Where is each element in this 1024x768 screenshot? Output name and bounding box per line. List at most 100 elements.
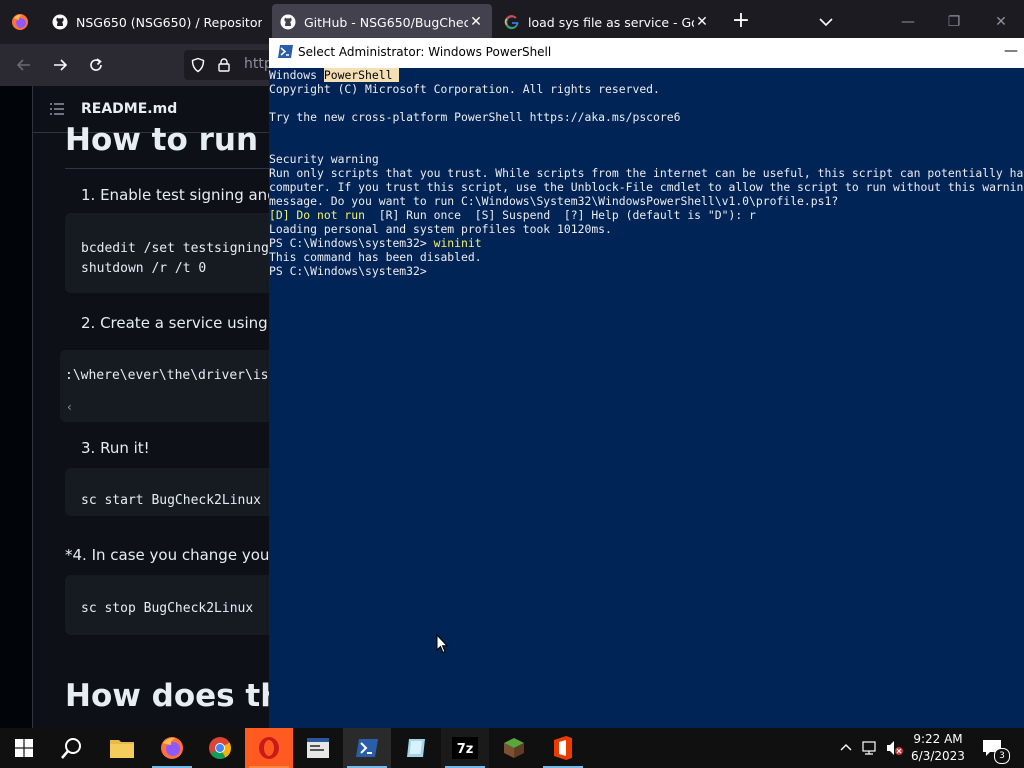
window-title: Select Administrator: Windows PowerShell bbox=[298, 45, 552, 59]
shield-icon bbox=[191, 57, 205, 73]
tab-title: load sys file as service - Google bbox=[528, 14, 694, 30]
code-line: sc start BugCheck2Linux bbox=[81, 493, 262, 508]
taskbar-powershell[interactable] bbox=[343, 728, 391, 768]
taskbar-chrome[interactable] bbox=[196, 728, 244, 768]
notification-count-badge: 3 bbox=[994, 748, 1010, 764]
taskbar-7zip[interactable]: 7z bbox=[441, 728, 489, 768]
console-line: PS C:\Windows\system32> wininit bbox=[269, 236, 482, 250]
code-line: sc stop BugCheck2Linux bbox=[81, 601, 254, 616]
step-1-text: 1. Enable test signing and r bbox=[81, 186, 269, 204]
search-icon bbox=[61, 738, 81, 759]
console-line: Security warning bbox=[269, 152, 379, 166]
volume-muted-icon bbox=[887, 741, 903, 755]
chrome-icon bbox=[209, 737, 231, 759]
taskbar-office[interactable] bbox=[539, 728, 587, 768]
tab-title: GitHub - NSG650/BugCheck2Linux bbox=[304, 14, 468, 30]
glass-app-icon bbox=[407, 739, 425, 757]
clock-date: 6/3/2023 bbox=[911, 749, 965, 763]
new-tab-plus-icon[interactable]: + bbox=[730, 10, 752, 32]
folder-icon bbox=[110, 740, 134, 758]
readme-filename: README.md bbox=[81, 101, 178, 117]
back-button[interactable] bbox=[12, 53, 36, 77]
restore-icon[interactable]: ❐ bbox=[940, 8, 968, 36]
taskbar-opera[interactable] bbox=[245, 728, 293, 768]
github-icon bbox=[52, 14, 68, 30]
close-tab-icon[interactable]: ✕ bbox=[468, 14, 484, 30]
prompt-text: PS C:\Windows\system32> bbox=[269, 236, 434, 250]
github-icon bbox=[280, 14, 296, 30]
system-clock[interactable]: 9:22 AM 6/3/2023 bbox=[905, 731, 971, 765]
svg-text:7z: 7z bbox=[457, 742, 474, 757]
windows-taskbar: 7z 9:22 AM 6/3/2023 3 bbox=[0, 728, 1024, 768]
file-tree-sidebar bbox=[0, 86, 33, 728]
chevron-up-icon bbox=[840, 744, 852, 751]
minimize-icon[interactable]: — bbox=[894, 8, 922, 36]
github-readme-page: README.md How to run it? 1. Enable test … bbox=[0, 86, 269, 728]
firefox-menu-icon[interactable] bbox=[11, 13, 29, 31]
tab-google-search[interactable]: load sys file as service - Google ✕ bbox=[496, 4, 718, 40]
volume-button[interactable] bbox=[884, 738, 904, 758]
taskbar-file-explorer[interactable] bbox=[98, 728, 146, 768]
console-line: Run only scripts that you trust. While s… bbox=[269, 166, 1024, 180]
section-heading: How does this bbox=[65, 678, 269, 714]
tracking-protection-button[interactable] bbox=[186, 53, 210, 77]
taskbar-minecraft[interactable] bbox=[490, 728, 538, 768]
opera-icon bbox=[259, 737, 279, 759]
reload-icon bbox=[90, 58, 102, 71]
app-window-icon bbox=[307, 738, 329, 758]
code-line: :\where\ever\the\driver\is bbox=[65, 368, 269, 383]
arrow-left-icon bbox=[16, 59, 30, 71]
clock-time: 9:22 AM bbox=[913, 732, 963, 746]
site-info-button[interactable] bbox=[212, 53, 236, 77]
google-icon bbox=[504, 14, 520, 30]
step-3-text: 3. Run it! bbox=[81, 439, 150, 457]
command-text: wininit bbox=[433, 236, 482, 250]
console-prompt[interactable]: PS C:\Windows\system32> bbox=[269, 264, 427, 278]
windows-logo-icon bbox=[15, 739, 33, 757]
reload-button[interactable] bbox=[84, 53, 108, 77]
console-line: This command has been disabled. bbox=[269, 250, 482, 264]
powershell-icon bbox=[278, 45, 293, 58]
console-line: Loading personal and system profiles too… bbox=[269, 222, 612, 236]
taskbar-firefox[interactable] bbox=[148, 728, 196, 768]
console-line: computer. If you trust this script, use … bbox=[269, 180, 1024, 194]
network-button[interactable] bbox=[860, 738, 880, 758]
office-icon bbox=[554, 736, 572, 760]
7zip-icon: 7z bbox=[452, 737, 478, 759]
forward-button[interactable] bbox=[48, 53, 72, 77]
firefox-icon bbox=[161, 737, 183, 759]
search-button[interactable] bbox=[48, 728, 96, 768]
show-hidden-icons-button[interactable] bbox=[836, 738, 856, 758]
console-text: [R] Run once [S] Suspend [?] Help (defau… bbox=[365, 208, 756, 222]
taskbar-app-blue[interactable] bbox=[392, 728, 440, 768]
lock-icon bbox=[218, 58, 230, 72]
grass-block-icon bbox=[504, 738, 524, 758]
divider bbox=[65, 168, 269, 169]
selected-text: PowerShell bbox=[323, 68, 400, 82]
taskbar-app-window[interactable] bbox=[294, 728, 342, 768]
step-2-text: 2. Create a service using SC bbox=[81, 314, 269, 332]
powershell-icon bbox=[356, 739, 378, 757]
minimize-icon[interactable]: — bbox=[1004, 43, 1020, 59]
code-line: bcdedit /set testsigning bbox=[81, 241, 269, 256]
console-line: message. Do you want to run C:\Windows\S… bbox=[269, 194, 839, 208]
code-block bbox=[60, 350, 269, 422]
tab-nsg650-repositories[interactable]: NSG650 (NSG650) / Repositories bbox=[44, 4, 270, 40]
console-line: Copyright (C) Microsoft Corporation. All… bbox=[269, 82, 660, 96]
chevron-down-icon[interactable] bbox=[816, 12, 836, 32]
console-text: Windows bbox=[269, 68, 324, 82]
close-window-icon[interactable]: ✕ bbox=[987, 8, 1015, 36]
step-4-text: *4. In case you change your m bbox=[65, 546, 269, 564]
section-heading: How to run it? bbox=[65, 122, 269, 158]
arrow-right-icon bbox=[54, 59, 68, 71]
powershell-console[interactable]: Windows PowerShell Copyright (C) Microso… bbox=[269, 68, 1024, 728]
outline-list-icon[interactable] bbox=[50, 103, 64, 115]
console-line: Windows PowerShell bbox=[269, 68, 400, 82]
close-tab-icon[interactable]: ✕ bbox=[694, 14, 710, 30]
tab-title: NSG650 (NSG650) / Repositories bbox=[76, 14, 262, 30]
mouse-pointer-icon bbox=[436, 634, 448, 654]
tab-bugcheck2linux[interactable]: GitHub - NSG650/BugCheck2Linux ✕ bbox=[272, 4, 492, 40]
scroll-left-icon[interactable]: ‹ bbox=[67, 400, 72, 414]
default-option-text: [D] Do not run bbox=[269, 208, 366, 222]
start-button[interactable] bbox=[0, 728, 48, 768]
